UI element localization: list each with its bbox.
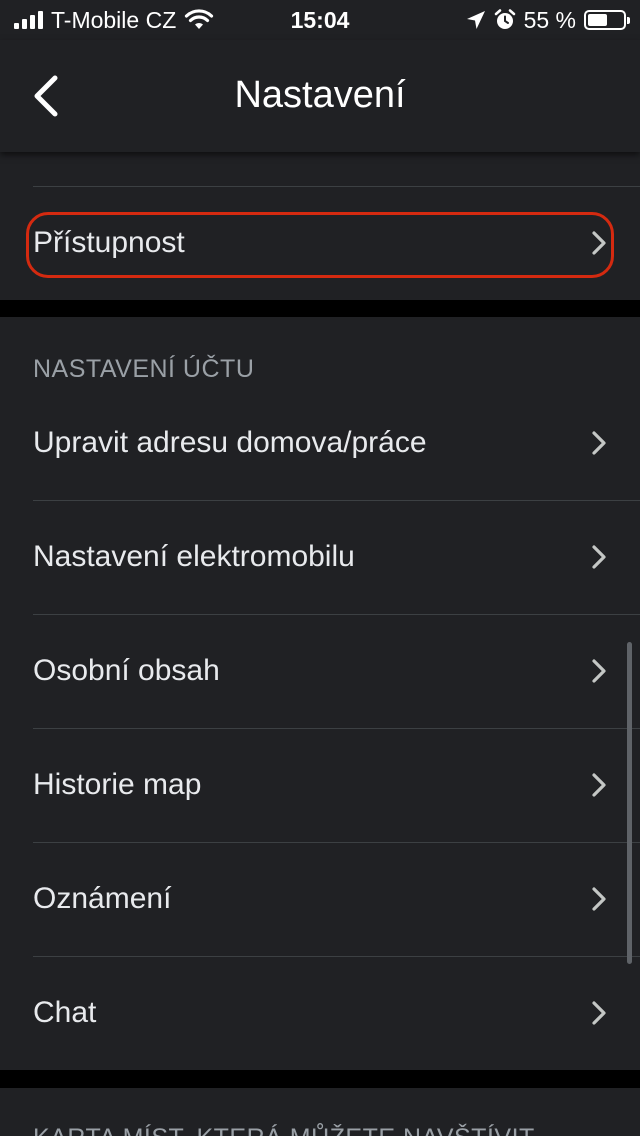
alarm-clock-icon	[494, 9, 515, 29]
settings-item-label: Osobní obsah	[33, 654, 220, 687]
battery-percent: 55 %	[523, 6, 576, 33]
status-right: 55 %	[466, 6, 630, 34]
chevron-right-icon	[592, 1001, 606, 1025]
screen: T-Mobile CZ 15:04 55 % Nastavení Přístup…	[0, 0, 640, 1136]
settings-item-label: Oznámení	[33, 882, 172, 915]
chevron-right-icon	[592, 545, 606, 569]
wifi-icon	[185, 9, 214, 29]
account-settings-section: NASTAVENÍ ÚČTU Upravit adresu domova/prá…	[0, 317, 640, 1070]
page-title: Nastavení	[234, 74, 406, 116]
status-left: T-Mobile CZ	[14, 7, 214, 34]
settings-item-accessibility[interactable]: Přístupnost	[0, 186, 640, 300]
battery-level-fill	[588, 14, 607, 26]
chevron-right-icon	[592, 659, 606, 683]
battery-icon	[584, 10, 630, 30]
section-header: NASTAVENÍ ÚČTU	[33, 355, 255, 383]
app-header: Nastavení	[0, 40, 640, 152]
settings-item-label: Chat	[33, 996, 97, 1029]
chevron-right-icon	[592, 231, 606, 255]
settings-item-edit-home-work[interactable]: Upravit adresu domova/práce	[0, 386, 640, 500]
places-card-section: KARTA MÍST, KTERÁ MŮŽETE NAVŠTÍVIT	[0, 1088, 640, 1136]
settings-item-label: Přístupnost	[33, 226, 185, 259]
settings-item-label: Nastavení elektromobilu	[33, 540, 355, 573]
scrollbar[interactable]	[627, 642, 632, 964]
settings-item-chat[interactable]: Chat	[0, 956, 640, 1070]
chevron-right-icon	[592, 431, 606, 455]
cellular-signal-icon	[14, 11, 43, 29]
chevron-right-icon	[592, 887, 606, 911]
settings-item-notifications[interactable]: Oznámení	[0, 842, 640, 956]
settings-item-label: Historie map	[33, 768, 202, 801]
location-arrow-icon	[466, 11, 485, 29]
settings-item-maps-history[interactable]: Historie map	[0, 728, 640, 842]
section-header: KARTA MÍST, KTERÁ MŮŽETE NAVŠTÍVIT	[33, 1124, 535, 1136]
settings-item-ev-settings[interactable]: Nastavení elektromobilu	[0, 500, 640, 614]
settings-item-personal-content[interactable]: Osobní obsah	[0, 614, 640, 728]
chevron-right-icon	[592, 773, 606, 797]
settings-item-label: Upravit adresu domova/práce	[33, 426, 427, 459]
general-settings-section: Přístupnost	[0, 152, 640, 300]
carrier-name: T-Mobile CZ	[51, 6, 177, 33]
status-bar: T-Mobile CZ 15:04 55 %	[0, 0, 640, 40]
